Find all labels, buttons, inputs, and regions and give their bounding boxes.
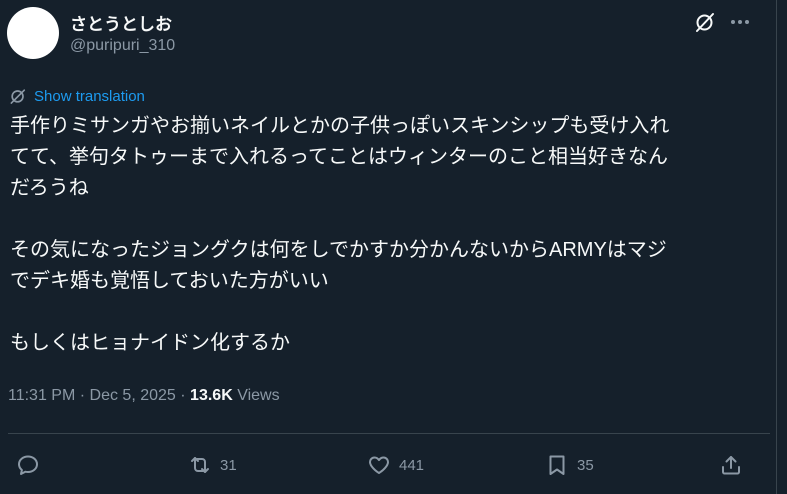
like-button[interactable]: 441 (367, 451, 424, 479)
tweet-text-line: てて、挙句タトゥーまで入れるってことはウィンターのこと相当好きなん (10, 146, 668, 168)
tweet-text-line: だろうね (10, 177, 89, 199)
retweet-icon (191, 457, 209, 473)
like-count: 441 (399, 456, 425, 474)
bookmark-icon (549, 455, 565, 475)
tweet-text-line: その気になったジョングクは何をしでかすか分かんないからARMYはマジ (10, 239, 667, 261)
views-label: Views (237, 387, 280, 404)
tweet-detail: さとうとしお @puripuri_310 Show translation 手作… (0, 0, 787, 494)
tweet-text: 手作りミサンガやお揃いネイルとかの子供っぽいスキンシップも受け入れ てて、挙句タ… (10, 111, 770, 359)
tweet-meta: 11:31 PM · Dec 5, 2025 · 13.6K Views (8, 387, 280, 405)
tweet-date[interactable]: Dec 5, 2025 (90, 387, 176, 404)
bookmark-count: 35 (577, 456, 594, 474)
divider (8, 433, 770, 434)
grok-icon[interactable] (693, 10, 717, 34)
user-handle[interactable]: @puripuri_310 (70, 37, 175, 55)
meta-separator: · (180, 387, 186, 404)
reply-icon (18, 455, 38, 475)
translate-icon (10, 89, 26, 104)
avatar[interactable] (7, 7, 59, 59)
bookmark-button[interactable]: 35 (545, 451, 594, 479)
share-icon (722, 456, 740, 475)
share-button[interactable] (719, 451, 743, 479)
display-name[interactable]: さとうとしお (70, 10, 172, 35)
more-icon[interactable] (728, 10, 752, 34)
heart-icon (369, 456, 389, 474)
meta-separator: · (79, 387, 86, 404)
retweet-button[interactable]: 31 (188, 451, 237, 479)
translate-row[interactable]: Show translation (8, 85, 145, 107)
show-translation-link[interactable]: Show translation (34, 88, 145, 105)
tweet-text-line: もしくはヒョナイドン化するか (10, 332, 290, 354)
tweet-text-line: でデキ婚も覚悟しておいた方がいい (10, 270, 329, 292)
reply-button[interactable] (16, 451, 40, 479)
views-count[interactable]: 13.6K (190, 387, 233, 404)
retweet-count: 31 (220, 456, 237, 474)
tweet-time[interactable]: 11:31 PM (8, 387, 75, 404)
tweet-text-line: 手作りミサンガやお揃いネイルとかの子供っぽいスキンシップも受け入れ (10, 115, 670, 137)
column-border (776, 0, 777, 494)
